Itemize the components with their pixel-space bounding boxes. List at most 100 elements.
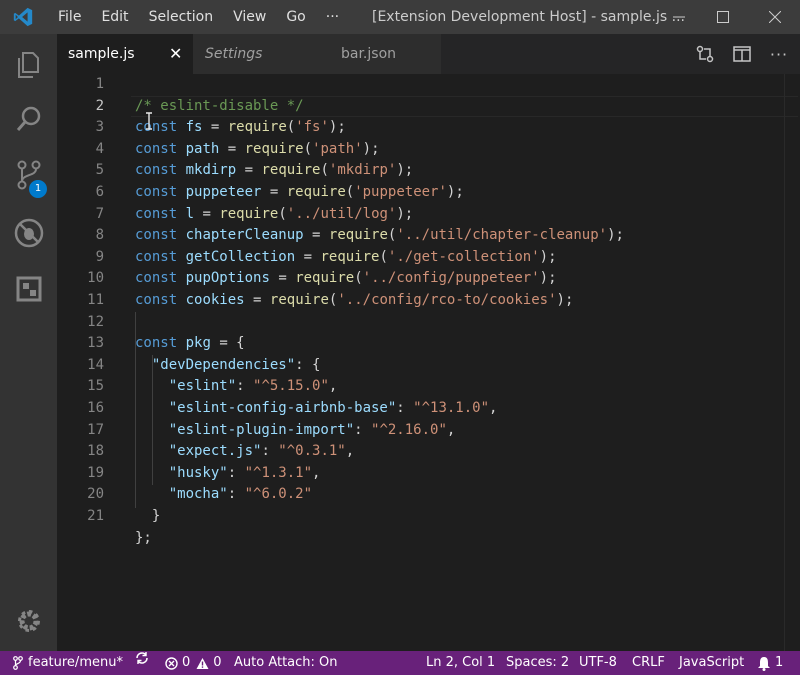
branch-indicator[interactable]: feature/menu* (13, 651, 123, 675)
line-number: 16 (87, 400, 104, 416)
line-number: 7 (95, 205, 104, 222)
activity-debug[interactable] (0, 208, 57, 258)
maximize-button[interactable] (700, 0, 746, 34)
menu-file[interactable]: File (48, 0, 91, 34)
line-number: 12 (87, 313, 104, 330)
menu-selection[interactable]: Selection (139, 0, 224, 34)
line-number: 10 (87, 270, 104, 287)
tab-settings[interactable]: Settings (193, 34, 321, 74)
code-line: 7 const chapterCleanup = require('../uti… (57, 204, 787, 244)
activity-explorer[interactable] (0, 40, 57, 90)
debug-icon (14, 218, 43, 248)
close-window-button[interactable] (752, 0, 798, 34)
activity-bar: 1 (0, 34, 57, 651)
code-line: 13 "devDependencies": { (57, 333, 787, 373)
status-bar: feature/menu* 0 0 Auto Attach: On Ln 2, … (0, 651, 800, 675)
open-changes-button[interactable] (693, 42, 717, 66)
code-editor[interactable]: 1 /* eslint-disable */ 2 const fs = requ… (57, 74, 800, 651)
maximize-icon (717, 11, 729, 23)
menu-view[interactable]: View (223, 0, 276, 34)
code-line: 12 const pkg = { (57, 312, 787, 352)
line-number: 11 (87, 292, 104, 308)
code-line: 3 const path = require('path'); (57, 117, 787, 157)
eol-selector[interactable]: CRLF (632, 651, 665, 675)
code-line: 17 "expect.js": "^0.3.1", (57, 420, 787, 460)
encoding-label: UTF-8 (579, 655, 617, 670)
git-branch-icon (13, 656, 23, 670)
more-icon: ··· (769, 44, 789, 64)
minimize-icon (673, 16, 685, 18)
code-line: 8 const getCollection = require('./get-c… (57, 225, 787, 265)
auto-attach-toggle[interactable]: Auto Attach: On (234, 651, 338, 675)
vscode-logo-icon (13, 7, 33, 27)
notifications-button[interactable]: 1 (757, 651, 783, 675)
line-number: 17 (87, 421, 104, 438)
code-line: 6 const l = require('../util/log'); (57, 182, 787, 222)
notification-count: 1 (775, 655, 784, 670)
code-line: 15 "eslint-config-airbnb-base": "^13.1.0… (57, 376, 787, 416)
line-number: 4 (95, 140, 104, 157)
code-line: 2 const fs = require('fs'); (57, 96, 787, 136)
menu-bar: File Edit Selection View Go ··· (48, 0, 349, 34)
line-number: 21 (87, 508, 104, 524)
indentation-selector[interactable]: Spaces: 2 (506, 651, 569, 675)
line-number: 19 (87, 464, 104, 481)
line-number: 5 (95, 162, 104, 179)
compare-changes-icon (696, 45, 714, 63)
line-number: 1 (95, 76, 104, 92)
line-number: 14 (87, 356, 104, 373)
menu-edit[interactable]: Edit (91, 0, 138, 34)
language-selector[interactable]: JavaScript (679, 651, 744, 675)
line-number: 13 (87, 335, 104, 352)
title-bar: File Edit Selection View Go ··· [Extensi… (0, 0, 800, 34)
menu-go[interactable]: Go (276, 0, 315, 34)
window-title: [Extension Development Host] - sample.js… (372, 9, 685, 25)
tab-sample-js[interactable]: sample.js ✕ (57, 34, 193, 74)
line-number: 8 (95, 227, 104, 244)
line-number: 20 (87, 486, 104, 503)
explorer-icon (17, 52, 39, 78)
code-line: 21 }; (57, 506, 787, 546)
tab-bar: sample.js ✕ Settings bar.json ··· (57, 34, 800, 74)
line-number: 6 (95, 184, 104, 200)
problems-indicator[interactable]: 0 0 (165, 651, 222, 675)
close-icon (769, 11, 781, 23)
tab-label: Settings (205, 46, 263, 62)
indentation-label: Spaces: 2 (506, 655, 570, 670)
split-editor-button[interactable] (730, 42, 754, 66)
more-actions-button[interactable]: ··· (767, 42, 791, 66)
encoding-selector[interactable]: UTF-8 (579, 651, 617, 675)
scm-badge: 1 (29, 180, 47, 198)
minimize-button[interactable] (656, 0, 702, 34)
line-number: 18 (87, 443, 104, 460)
error-icon (165, 656, 178, 670)
activity-manage[interactable] (0, 596, 57, 646)
cursor-position[interactable]: Ln 2, Col 1 (426, 651, 495, 675)
bell-icon (758, 656, 770, 671)
tab-bar-json[interactable]: bar.json (321, 34, 441, 74)
language-label: JavaScript (679, 655, 745, 670)
code-line: 5 const puppeteer = require('puppeteer')… (57, 160, 787, 200)
activity-source-control[interactable]: 1 (0, 150, 57, 200)
line-number: 9 (95, 248, 104, 265)
split-editor-icon (733, 46, 751, 62)
branch-name: feature/menu* (28, 655, 123, 670)
code-line: 11 (57, 290, 787, 312)
activity-search[interactable] (0, 94, 57, 144)
vertical-scrollbar[interactable] (784, 74, 799, 651)
activity-extensions[interactable] (0, 264, 57, 314)
code-line: 10 const cookies = require('../config/rc… (57, 268, 787, 308)
close-tab-icon[interactable]: ✕ (169, 34, 182, 74)
code-line: 9 const pupOptions = require('../config/… (57, 247, 787, 287)
code-line: 1 /* eslint-disable */ (57, 74, 787, 114)
sync-button[interactable] (135, 651, 149, 665)
code-line: 16 "eslint-plugin-import": "^2.16.0", (57, 398, 787, 438)
search-icon (16, 106, 40, 131)
code-line: 4 const mkdirp = require('mkdirp'); (57, 139, 787, 179)
mouse-cursor-icon (146, 112, 152, 130)
tab-label: bar.json (341, 46, 397, 62)
warning-icon (196, 657, 209, 669)
menu-more[interactable]: ··· (316, 0, 349, 34)
eol-label: CRLF (632, 655, 665, 670)
line-number: 15 (87, 378, 104, 395)
